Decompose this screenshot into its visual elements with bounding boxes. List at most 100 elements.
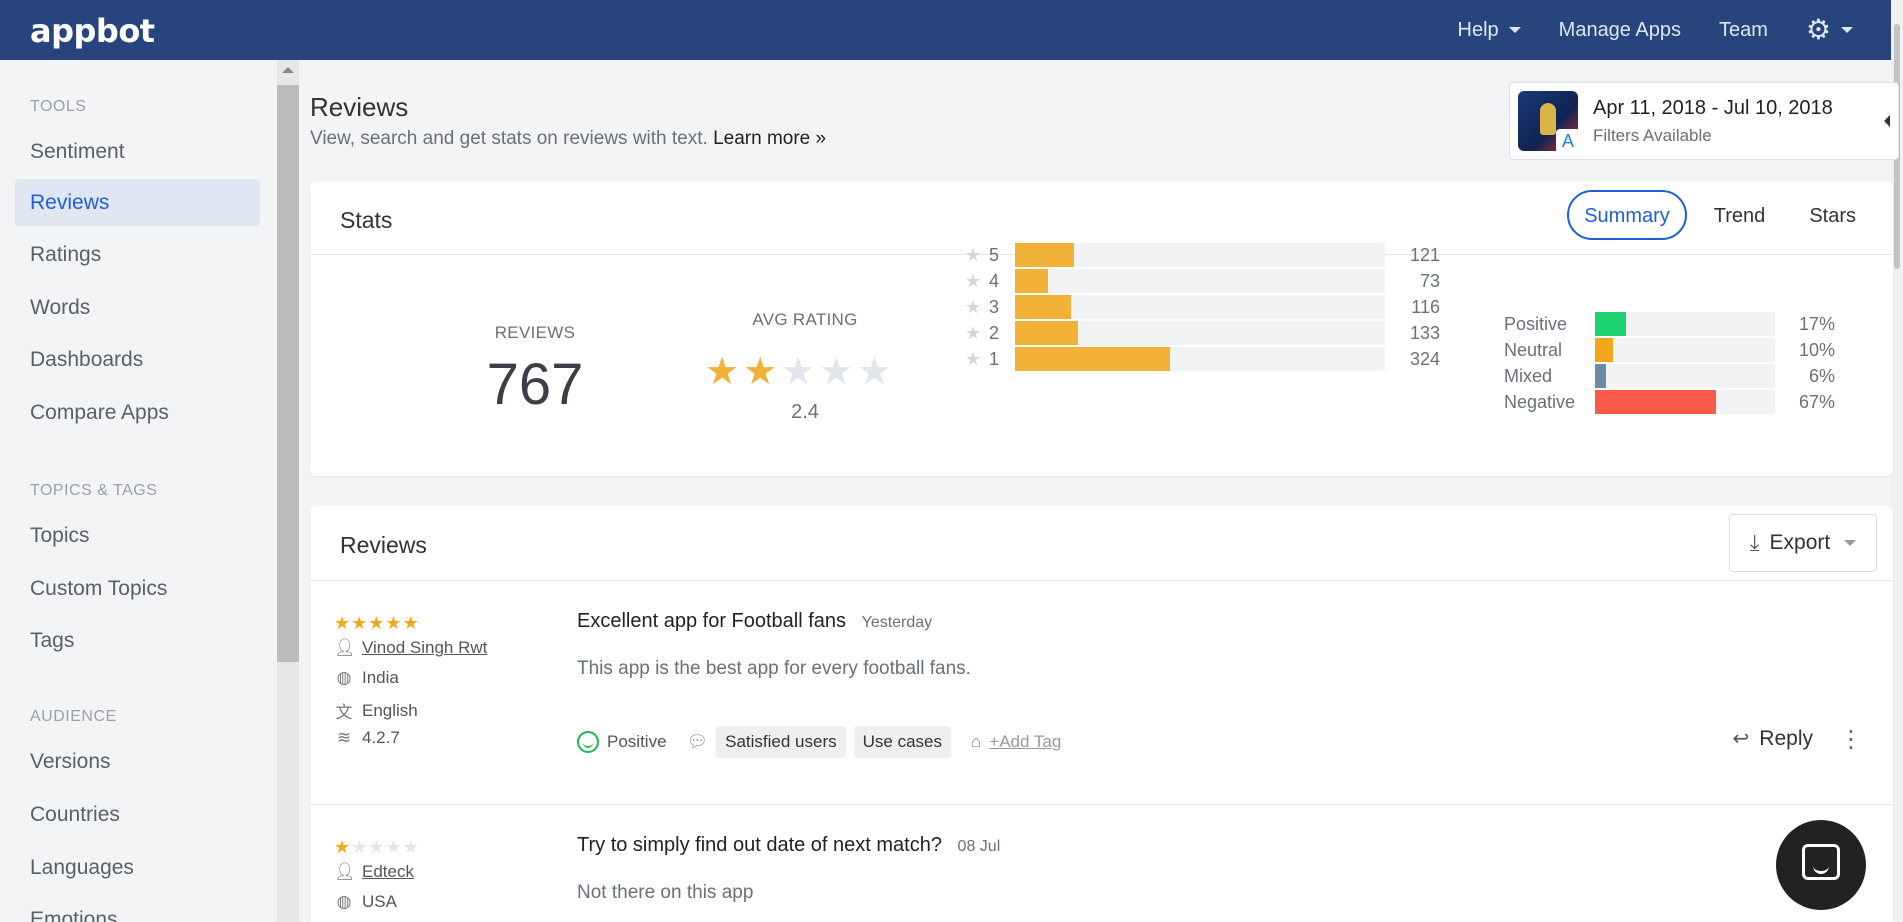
sentiment-bar-row[interactable]: Positive 17% (1504, 312, 1864, 336)
rating-bar-row[interactable]: ★ 1 324 (965, 347, 1445, 371)
sentiment-label: Neutral (1504, 340, 1563, 360)
review-body: This app is the best app for every footb… (577, 658, 971, 679)
nav-team[interactable]: Team (1719, 19, 1768, 42)
scroll-up-icon[interactable] (282, 67, 294, 73)
filters-available-label: Filters Available (1593, 126, 1712, 145)
star-icon: ★ (334, 613, 351, 633)
user-icon: 👤︎ (334, 862, 356, 881)
sentiment-bar-row[interactable]: Neutral 10% (1504, 338, 1864, 362)
sentiment-percent: 67% (1798, 392, 1835, 412)
rating-bar-row[interactable]: ★ 5 121 (965, 243, 1445, 267)
rating-bar-fill (1015, 269, 1049, 293)
topic-chip[interactable]: Use cases (853, 726, 951, 758)
reply-label: Reply (1759, 726, 1813, 750)
rating-bar-count: 73 (1419, 271, 1440, 291)
sidebar-item-languages[interactable]: Languages (15, 844, 260, 891)
stats-tabs: Summary Trend Stars (1567, 190, 1873, 240)
review-country-row: ◍ USA (334, 892, 397, 912)
chevron-down-icon (1508, 27, 1521, 33)
rating-bar-count: 133 (1409, 323, 1440, 343)
topic-chip[interactable]: Satisfied users (716, 726, 846, 758)
sidebar-item-compare-apps[interactable]: Compare Apps (15, 389, 260, 436)
page-subtitle: View, search and get stats on reviews wi… (310, 128, 826, 150)
rating-bar-row[interactable]: ★ 4 73 (965, 269, 1445, 293)
review-title-row: Excellent app for Football fans Yesterda… (577, 610, 932, 633)
chat-icon (1802, 844, 1840, 880)
sentiment-label: Positive (1504, 314, 1568, 334)
star-icon: ★ (965, 245, 982, 265)
sentiment-percent: 17% (1798, 314, 1835, 334)
rating-bar-fill (1015, 243, 1075, 267)
sidebar-item-topics[interactable]: Topics (15, 512, 260, 559)
nav-help[interactable]: Help (1458, 19, 1521, 42)
review-title-row: Try to simply find out date of next matc… (577, 834, 1000, 857)
sidebar-item-tags[interactable]: Tags (15, 617, 260, 664)
sentiment-bar-fill (1595, 338, 1613, 362)
avg-rating-value: 2.4 (791, 401, 819, 423)
layers-icon: ≋ (336, 728, 352, 747)
reply-button[interactable]: ↩ Reply (1733, 726, 1813, 751)
sentiment-bar-track (1595, 338, 1775, 362)
tab-stars[interactable]: Stars (1792, 190, 1873, 240)
star-icon: ★ (781, 351, 816, 393)
sentiment-bar-row[interactable]: Negative 67% (1504, 390, 1864, 414)
stats-card: Stats Summary Trend Stars REVIEWS 767 AV… (310, 181, 1893, 476)
rating-bar-stars: 4 (989, 271, 1000, 291)
sidebar-item-emotions[interactable]: Emotions (15, 896, 260, 922)
nav-help-label: Help (1457, 18, 1499, 41)
nav-manage-apps[interactable]: Manage Apps (1559, 19, 1681, 42)
star-icon: ★ (402, 613, 419, 633)
review-author-row: 👤︎ Vinod Singh Rwt (334, 638, 487, 658)
sentiment-label: Negative (1504, 392, 1576, 412)
appbot-logo[interactable]: appbot (30, 12, 155, 50)
review-stars: ★ ★ ★ ★ ★ (334, 838, 419, 856)
review-actions: Positive 💬︎ Satisfied users Use cases ⌂ … (577, 726, 1061, 758)
review-author[interactable]: Edteck (362, 862, 414, 882)
sidebar-item-reviews[interactable]: Reviews (15, 179, 260, 226)
review-author[interactable]: Vinod Singh Rwt (362, 638, 487, 658)
sidebar: TOOLS Sentiment Reviews Ratings Words Da… (0, 60, 278, 922)
globe-icon: ◍ (336, 668, 352, 687)
sidebar-scrollbar-thumb[interactable] (277, 85, 299, 662)
sidebar-scrollbar[interactable] (277, 60, 299, 922)
rating-bar-track (1015, 347, 1385, 371)
sidebar-item-dashboards[interactable]: Dashboards (15, 336, 260, 383)
sidebar-item-custom-topics[interactable]: Custom Topics (15, 565, 260, 612)
avg-rating-stars: ★ ★ ★ ★ ★ (705, 353, 891, 391)
review-title: Try to simply find out date of next matc… (577, 834, 942, 856)
sidebar-item-sentiment[interactable]: Sentiment (15, 128, 260, 175)
settings-menu[interactable]: ⚙ (1806, 16, 1853, 44)
sentiment-bar-row[interactable]: Mixed 6% (1504, 364, 1864, 388)
star-icon: ★ (351, 837, 368, 857)
sidebar-item-ratings[interactable]: Ratings (15, 231, 260, 278)
rating-bar-fill (1015, 321, 1078, 345)
date-filter-card[interactable]: A Apr 11, 2018 - Jul 10, 2018 Filters Av… (1509, 82, 1899, 160)
add-tag-link[interactable]: +Add Tag (989, 732, 1061, 752)
review-sentiment[interactable]: Positive (607, 732, 667, 752)
star-icon: ★ (965, 323, 982, 343)
tab-trend[interactable]: Trend (1697, 190, 1783, 240)
chat-launcher-button[interactable] (1776, 820, 1866, 910)
rating-bar-count: 116 (1411, 297, 1440, 317)
top-nav: Help Manage Apps Team ⚙ (1458, 0, 1853, 60)
rating-bar-track (1015, 321, 1385, 345)
rating-bar-row[interactable]: ★ 3 116 (965, 295, 1445, 319)
review-version: 4.2.7 (362, 728, 400, 747)
review-country: India (362, 668, 399, 687)
rating-bar-row[interactable]: ★ 2 133 (965, 321, 1445, 345)
divider (310, 580, 1893, 581)
star-icon: ★ (402, 837, 419, 857)
sidebar-item-countries[interactable]: Countries (15, 791, 260, 838)
app-store-icon: A (1556, 129, 1580, 153)
sidebar-item-words[interactable]: Words (15, 284, 260, 331)
chevron-left-icon[interactable] (1884, 115, 1890, 127)
learn-more-link[interactable]: Learn more » (713, 128, 826, 149)
more-options-icon[interactable]: ⋮ (1839, 728, 1863, 752)
export-button[interactable]: ⤓ Export (1729, 514, 1877, 572)
tab-summary[interactable]: Summary (1567, 190, 1687, 240)
sidebar-item-versions[interactable]: Versions (15, 738, 260, 785)
sidebar-section-tools: TOOLS (30, 98, 87, 115)
rating-bar-stars: 2 (989, 323, 1000, 343)
reviews-count-label: REVIEWS (494, 323, 576, 342)
sentiment-percent: 6% (1808, 366, 1835, 386)
